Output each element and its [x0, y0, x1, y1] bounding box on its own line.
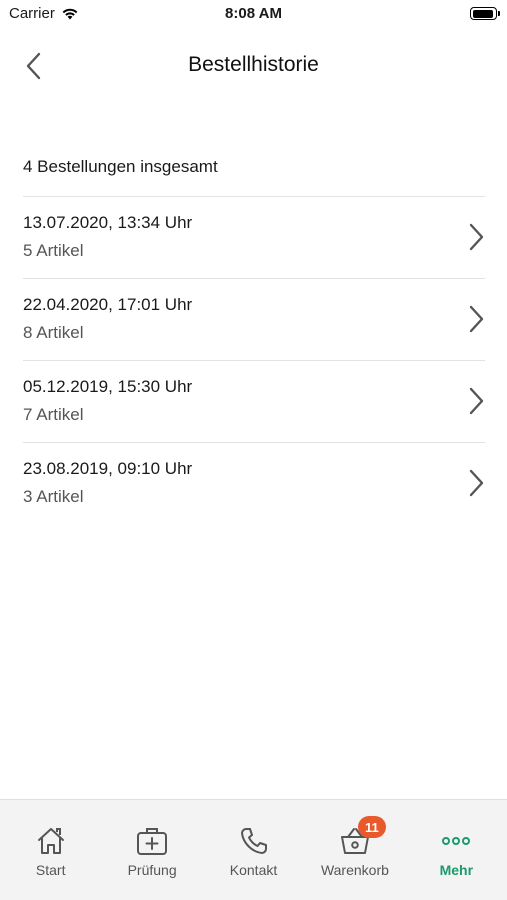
tab-pruefung[interactable]: Prüfung — [101, 800, 202, 900]
phone-icon — [237, 824, 271, 858]
navigation-bar: Bestellhistorie — [0, 40, 507, 92]
status-bar: Carrier 8:08 AM — [0, 0, 507, 30]
battery-icon — [470, 7, 500, 20]
status-time: 8:08 AM — [225, 5, 282, 22]
basket-icon: 11 — [338, 816, 386, 858]
order-row[interactable]: 23.08.2019, 09:10 Uhr 3 Artikel — [0, 443, 507, 525]
order-date: 23.08.2019, 09:10 Uhr — [23, 459, 193, 478]
order-row[interactable]: 22.04.2020, 17:01 Uhr 8 Artikel — [0, 279, 507, 361]
order-item-count: 5 Artikel — [23, 241, 84, 260]
order-count-summary: 4 Bestellungen insgesamt — [23, 157, 218, 176]
order-date: 05.12.2019, 15:30 Uhr — [23, 377, 193, 396]
chevron-right-icon — [469, 387, 484, 415]
chevron-right-icon — [469, 469, 484, 497]
tab-bar: Start Prüfung Kontakt 11 Warenkorb Mehr — [0, 799, 507, 900]
order-date: 13.07.2020, 13:34 Uhr — [23, 213, 193, 232]
order-item-count: 3 Artikel — [23, 487, 84, 506]
tab-label: Kontakt — [229, 862, 278, 878]
tab-label: Start — [35, 862, 66, 878]
home-icon — [34, 824, 68, 858]
tab-start[interactable]: Start — [0, 800, 101, 900]
order-list: 13.07.2020, 13:34 Uhr 5 Artikel 22.04.2020… — [0, 197, 507, 525]
tab-label: Mehr — [439, 862, 474, 878]
page-title: Bestellhistorie — [188, 53, 319, 76]
chevron-right-icon — [469, 305, 484, 333]
more-dots-icon — [439, 824, 473, 858]
order-item-count: 7 Artikel — [23, 405, 84, 424]
chevron-right-icon — [469, 223, 484, 251]
order-item-count: 8 Artikel — [23, 323, 84, 342]
tab-mehr[interactable]: Mehr — [406, 800, 507, 900]
order-date: 22.04.2020, 17:01 Uhr — [23, 295, 193, 314]
order-row[interactable]: 13.07.2020, 13:34 Uhr 5 Artikel — [0, 197, 507, 279]
tab-label: Prüfung — [127, 862, 177, 878]
tab-warenkorb[interactable]: 11 Warenkorb — [304, 800, 405, 900]
cart-count-badge: 11 — [357, 816, 386, 838]
order-row[interactable]: 05.12.2019, 15:30 Uhr 7 Artikel — [0, 361, 507, 443]
first-aid-kit-icon — [135, 824, 169, 858]
tab-label: Warenkorb — [320, 862, 389, 878]
tab-kontakt[interactable]: Kontakt — [203, 800, 304, 900]
